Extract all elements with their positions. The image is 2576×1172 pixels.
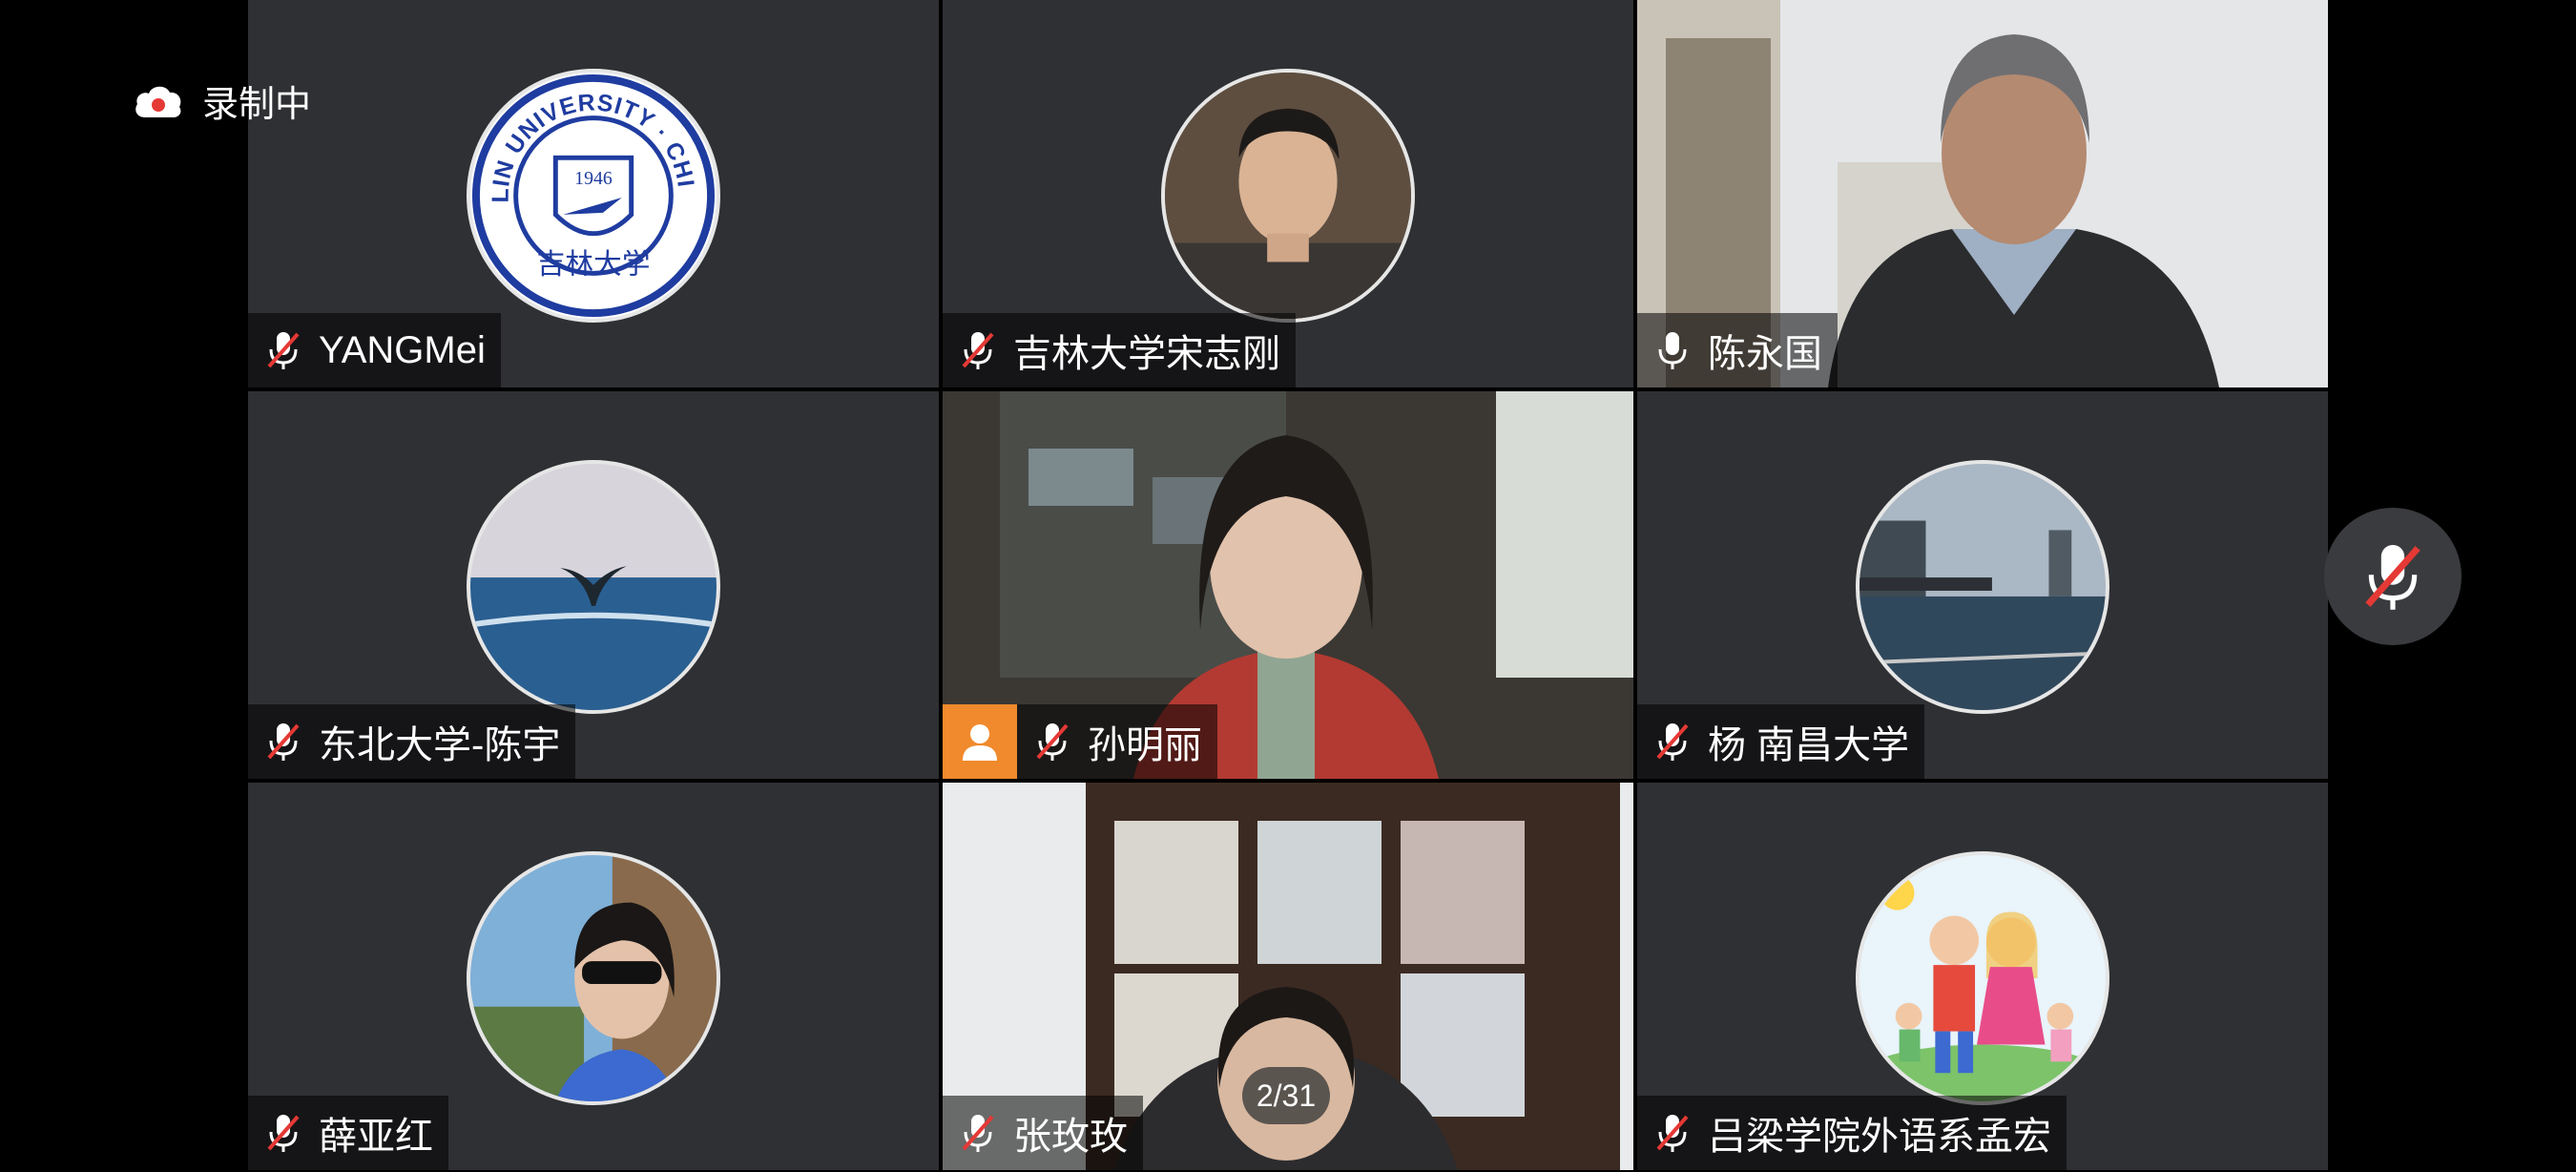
participant-name: 孙明丽 (1088, 724, 1202, 766)
mic-muted-icon (267, 332, 300, 369)
logo-year: 1946 (574, 168, 613, 189)
whale-tail-avatar (467, 460, 720, 714)
profile-photo-avatar (1161, 69, 1415, 323)
cloud-record-icon (135, 86, 181, 117)
mic-muted-icon (1656, 723, 1689, 761)
participant-nametag: 张玫玫 (943, 1096, 1143, 1170)
mic-muted-icon (962, 1115, 994, 1152)
video-grid: JILIN UNIVERSITY · CHINA 1946 吉林大学 YANGM… (248, 0, 2328, 1172)
page-indicator: 2/31 (1242, 1067, 1330, 1124)
participant-nametag: 孙明丽 (943, 704, 1217, 779)
participant-tile[interactable]: 杨 南昌大学 (1637, 391, 2328, 779)
participant-name: 吕梁学院外语系孟宏 (1708, 1116, 2051, 1158)
cartoon-family-avatar (1856, 851, 2109, 1105)
mic-muted-icon (267, 1115, 300, 1152)
participant-tile[interactable]: 东北大学-陈宇 (248, 391, 939, 779)
participant-nametag: YANGMei (248, 313, 501, 387)
mic-on-icon (1658, 332, 1687, 369)
mic-muted-icon (1036, 723, 1069, 761)
participant-nametag: 吉林大学宋志刚 (943, 313, 1296, 387)
participant-tile[interactable]: 孙明丽 (943, 391, 1633, 779)
participant-nametag: 陈永国 (1637, 313, 1838, 387)
host-badge (943, 704, 1017, 779)
profile-photo-avatar (467, 851, 720, 1105)
participant-tile[interactable]: 薛亚红 (248, 783, 939, 1170)
logo-chinese: 吉林大学 (536, 247, 650, 281)
mic-muted-icon (267, 723, 300, 761)
participant-name: YANGMei (319, 328, 486, 371)
participant-name: 陈永国 (1708, 333, 1822, 375)
recording-label: 录制中 (202, 85, 312, 125)
recording-indicator: 录制中 (132, 74, 311, 127)
participant-nametag: 东北大学-陈宇 (248, 704, 576, 779)
participant-tile[interactable]: 吉林大学宋志刚 (943, 0, 1633, 387)
participant-nametag: 吕梁学院外语系孟宏 (1637, 1096, 2067, 1170)
participant-nametag: 杨 南昌大学 (1637, 704, 1925, 779)
participant-tile[interactable]: JILIN UNIVERSITY · CHINA 1946 吉林大学 YANGM… (248, 0, 939, 387)
university-logo-avatar: JILIN UNIVERSITY · CHINA 1946 吉林大学 (467, 69, 720, 323)
person-icon (963, 724, 997, 761)
participant-name: 薛亚红 (319, 1116, 433, 1158)
city-harbor-avatar (1856, 460, 2109, 714)
participant-name: 张玫玫 (1013, 1116, 1128, 1158)
participant-tile-active[interactable]: 陈永国 (1637, 0, 2328, 387)
participant-name: 杨 南昌大学 (1708, 724, 1910, 766)
participant-name: 吉林大学宋志刚 (1013, 333, 1280, 375)
mute-toggle-button[interactable] (2324, 508, 2462, 645)
participant-tile[interactable]: 吕梁学院外语系孟宏 (1637, 783, 2328, 1170)
participant-name: 东北大学-陈宇 (319, 724, 561, 766)
mic-muted-icon (2365, 544, 2420, 610)
mic-muted-icon (1656, 1115, 1689, 1152)
mic-muted-icon (962, 332, 994, 369)
participant-nametag: 薛亚红 (248, 1096, 448, 1170)
